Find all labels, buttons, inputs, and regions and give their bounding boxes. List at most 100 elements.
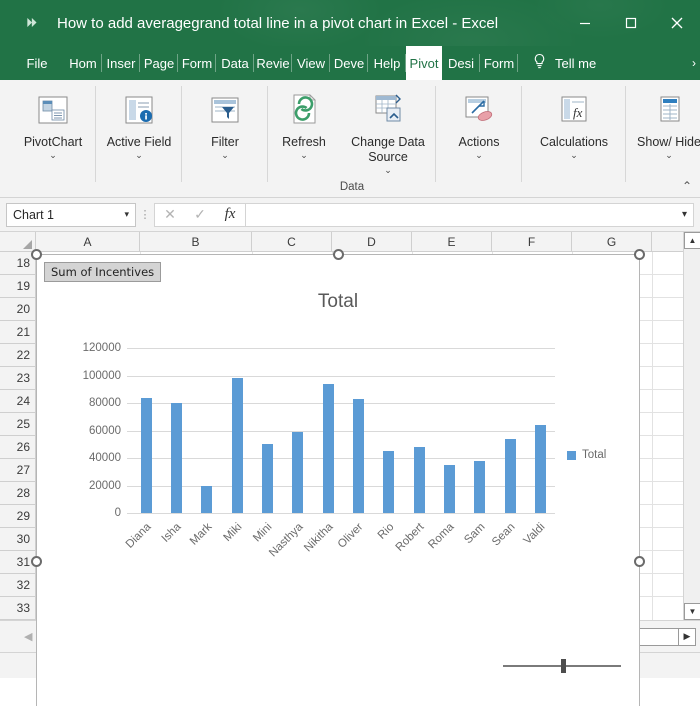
resize-handle-top-center[interactable] (333, 249, 344, 260)
bar-mark (201, 485, 212, 513)
column-header-b[interactable]: B (140, 232, 252, 251)
vertical-scrollbar[interactable]: ▲ ▼ (683, 232, 700, 620)
pivotchart-caret[interactable]: ⌄ (49, 150, 57, 161)
row-header[interactable]: 29 (0, 505, 36, 528)
chevron-right-icon[interactable]: › (692, 46, 696, 80)
lightbulb-icon (532, 53, 547, 73)
tab-insert[interactable]: Inser (102, 46, 140, 80)
tab-home[interactable]: Hom (64, 46, 102, 80)
filter-button[interactable]: Filter ⌄ (182, 80, 268, 161)
chart-legend[interactable]: Total (567, 449, 606, 461)
tab-page-layout[interactable]: Page (140, 46, 178, 80)
row-header[interactable]: 19 (0, 275, 36, 298)
window-title: How to add averagegrand total line in a … (57, 14, 499, 32)
calculations-button[interactable]: fx Calculations ⌄ (522, 80, 626, 161)
show-hide-button[interactable]: Show/ Hide ⌄ (626, 80, 700, 161)
change-data-source-button[interactable]: Change Data Source ⌄ (340, 80, 436, 176)
row-header[interactable]: 33 (0, 597, 36, 620)
bar-valdi (535, 425, 546, 513)
tab-design[interactable]: Desi (442, 46, 480, 80)
row-header[interactable]: 30 (0, 528, 36, 551)
row-header[interactable]: 20 (0, 298, 36, 321)
row-header[interactable]: 21 (0, 321, 36, 344)
resize-handle-top-right[interactable] (634, 249, 645, 260)
formula-bar-buttons: ✕ ✓ fx (154, 202, 245, 227)
active-field-label: Active Field (106, 135, 172, 149)
resize-handle-middle-left[interactable] (31, 556, 42, 567)
scroll-up-icon[interactable]: ▲ (684, 232, 700, 249)
actions-caret[interactable]: ⌄ (475, 150, 483, 161)
close-icon[interactable] (654, 0, 700, 46)
bar-oliver (353, 398, 364, 513)
pivotchart-icon (31, 88, 75, 132)
pivotchart-button[interactable]: PivotChart ⌄ (10, 80, 96, 161)
pivot-chart-object[interactable]: Sum of Incentives Total 120000 100000 80… (36, 254, 640, 706)
row-header[interactable]: 22 (0, 344, 36, 367)
formula-input[interactable]: ▾ (245, 202, 694, 227)
maximize-icon[interactable] (608, 0, 654, 46)
title-bar: ⏵⏵ How to add averagegrand total line in… (0, 0, 700, 46)
row-header[interactable]: 32 (0, 574, 36, 597)
column-header-a[interactable]: A (36, 232, 140, 251)
show-hide-caret[interactable]: ⌄ (665, 150, 673, 161)
column-header-c[interactable]: C (252, 232, 332, 251)
tab-view[interactable]: View (292, 46, 330, 80)
row-header[interactable]: 28 (0, 482, 36, 505)
y-axis-tick-label: 0 (114, 507, 121, 519)
scroll-down-icon[interactable]: ▼ (684, 603, 700, 620)
tab-data[interactable]: Data (216, 46, 254, 80)
legend-swatch-total (567, 450, 576, 460)
chevron-up-icon[interactable]: ⌃ (682, 179, 692, 193)
bar-mini (262, 444, 273, 513)
tab-file[interactable]: File (0, 46, 64, 80)
zoom-slider[interactable] (502, 658, 621, 673)
row-header[interactable]: 26 (0, 436, 36, 459)
ribbon-group-data: Refresh ⌄ Change Data Source ⌄ Data (268, 80, 436, 197)
name-box[interactable]: Chart 1 ▾ (6, 202, 136, 227)
minimize-icon[interactable] (562, 0, 608, 46)
column-header-f[interactable]: F (492, 232, 572, 251)
refresh-button[interactable]: Refresh ⌄ (268, 80, 340, 161)
resize-handle-top-left[interactable] (31, 249, 42, 260)
active-field-caret[interactable]: ⌄ (135, 150, 143, 161)
chart-plot-area[interactable]: 120000 100000 80000 60000 40000 20000 0 (37, 255, 639, 706)
active-field-button[interactable]: Active Field ⌄ (96, 80, 182, 161)
ribbon-group-data-title: Data (339, 181, 365, 193)
column-header-d[interactable]: D (332, 232, 412, 251)
tab-format[interactable]: Form (480, 46, 518, 80)
calculations-caret[interactable]: ⌄ (570, 150, 578, 161)
quick-access-toolbar-icon[interactable]: ⏵⏵ (26, 15, 37, 31)
tab-pivottable-analyze[interactable]: Pivot (406, 46, 442, 80)
row-header[interactable]: 23 (0, 367, 36, 390)
row-header[interactable]: 24 (0, 390, 36, 413)
scroll-right-icon[interactable]: ▶ (678, 627, 696, 646)
ribbon-group-calculations: fx Calculations ⌄ (522, 80, 626, 197)
actions-button[interactable]: Actions ⌄ (436, 80, 522, 161)
zoom-slider-thumb[interactable] (560, 658, 566, 673)
show-hide-label: Show/ Hide (637, 135, 700, 149)
expand-formula-bar-icon[interactable]: ▾ (682, 209, 687, 220)
previous-sheet-icon[interactable]: ◀ (24, 630, 32, 643)
tab-help[interactable]: Help (368, 46, 406, 80)
row-header[interactable]: 27 (0, 459, 36, 482)
row-header[interactable]: 25 (0, 413, 36, 436)
tab-review[interactable]: Revie (254, 46, 292, 80)
insert-function-icon[interactable]: fx (215, 206, 245, 223)
filter-caret[interactable]: ⌄ (221, 150, 229, 161)
cancel-icon[interactable]: ✕ (155, 206, 185, 223)
resize-handle-middle-right[interactable] (634, 556, 645, 567)
chevron-down-icon[interactable]: ▾ (124, 209, 129, 220)
active-field-icon (117, 88, 161, 132)
change-data-source-caret[interactable]: ⌄ (384, 165, 392, 176)
column-header-e[interactable]: E (412, 232, 492, 251)
tab-formulas[interactable]: Form (178, 46, 216, 80)
tell-me-box[interactable]: Tell me (518, 46, 596, 80)
refresh-caret[interactable]: ⌄ (300, 150, 308, 161)
formula-bar: Chart 1 ▾ ⋮ ✕ ✓ fx ▾ (0, 198, 700, 232)
enter-icon[interactable]: ✓ (185, 206, 215, 223)
window-controls (562, 0, 700, 46)
select-all-corner[interactable] (0, 232, 36, 251)
formula-bar-grip[interactable]: ⋮ (136, 208, 154, 221)
column-header-row: A B C D E F G (0, 232, 700, 252)
tab-developer[interactable]: Deve (330, 46, 368, 80)
